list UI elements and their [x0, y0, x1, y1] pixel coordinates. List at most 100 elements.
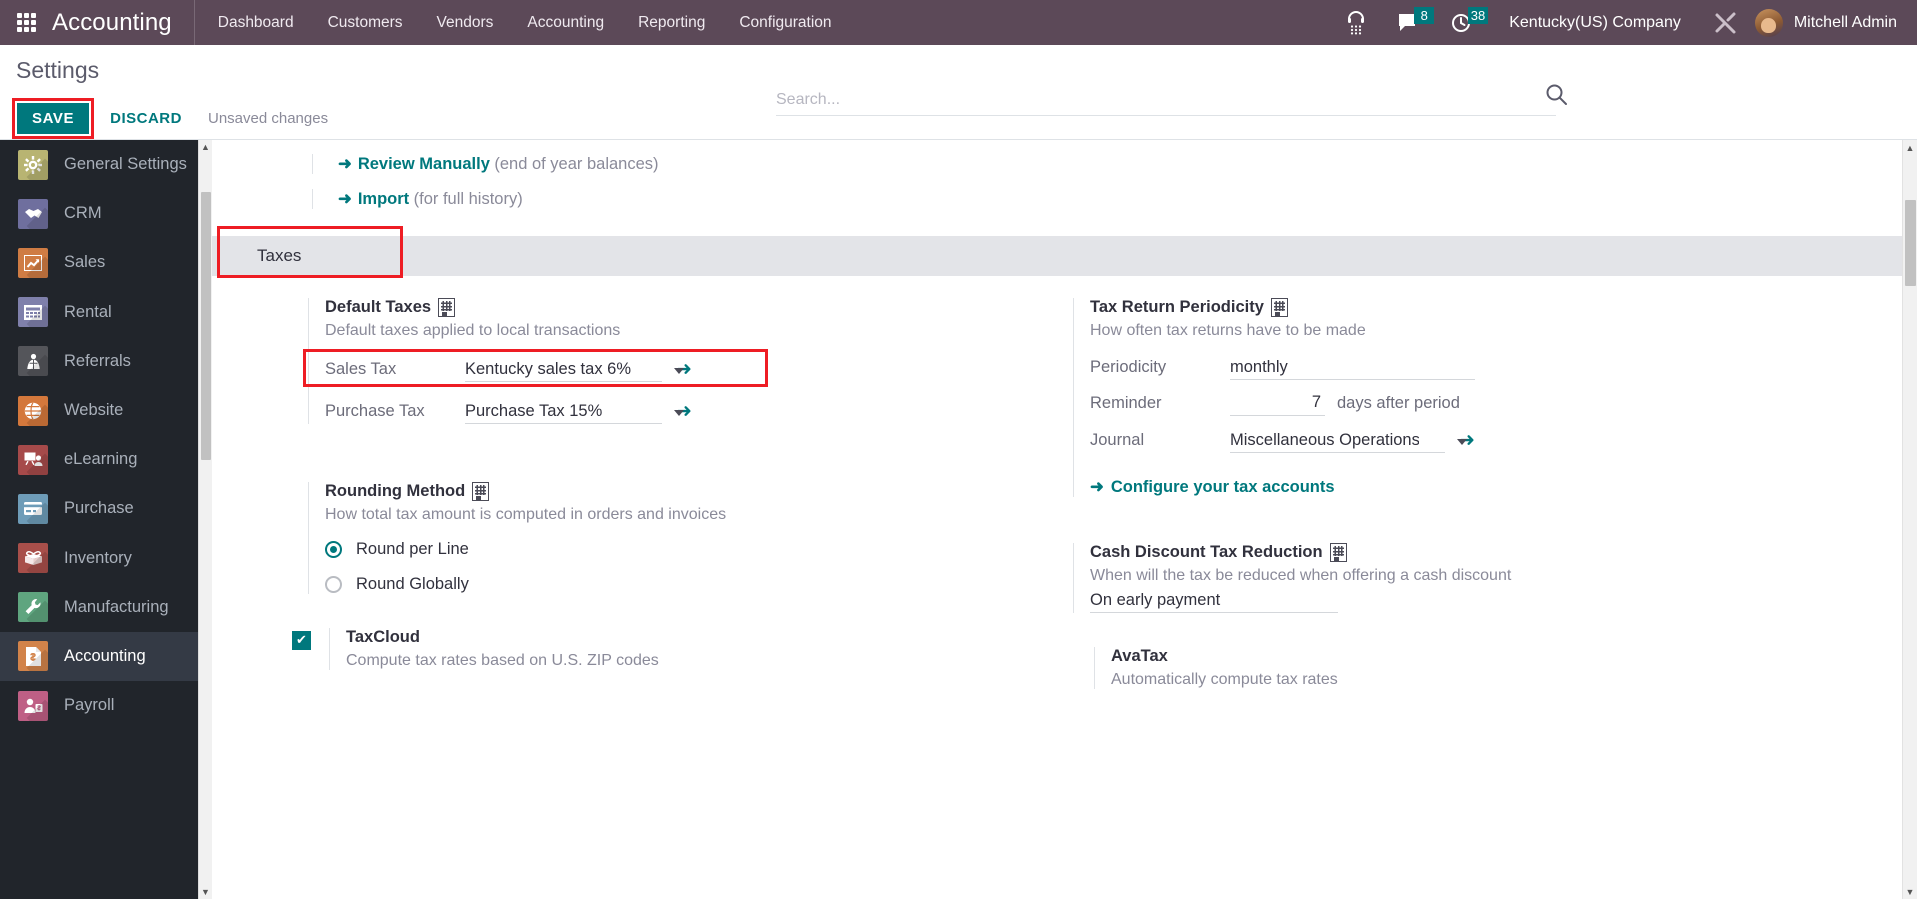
page-title: Settings [16, 57, 100, 83]
purchase-tax-select[interactable]: Purchase Tax 15% [465, 402, 662, 424]
menu-vendors[interactable]: Vendors [420, 0, 511, 45]
radio-round-globally[interactable]: Round Globally [325, 575, 1057, 594]
purchase-tax-row: Purchase Tax Purchase Tax 15% ➜ [325, 400, 1057, 424]
sales-tax-control: Kentucky sales tax 6% ➜ [465, 358, 692, 382]
arrow-right-icon: ➜ [338, 155, 352, 173]
review-manually-note: (end of year balances) [494, 155, 659, 173]
sidebar-scroll-thumb[interactable] [201, 192, 211, 460]
body-area: General Settings CRM Sales Rental Referrals W… [0, 140, 1917, 899]
taxcloud-title: TaxCloud [346, 628, 420, 646]
journal-select[interactable]: Miscellaneous Operations [1230, 431, 1445, 453]
reminder-label: Reminder [1090, 394, 1162, 412]
voip-phone-icon[interactable] [1331, 0, 1381, 45]
sidebar-scrollbar[interactable]: ▲ ▼ [198, 140, 212, 899]
rounding-method-title: Rounding Method [325, 482, 1057, 501]
search-bar [776, 84, 1567, 116]
company-building-icon [1329, 543, 1347, 562]
menu-configuration[interactable]: Configuration [722, 0, 848, 45]
taxcloud-checkbox[interactable] [292, 630, 311, 650]
sales-tax-label: Sales Tax [325, 360, 397, 378]
unsaved-changes-status: Unsaved changes [207, 110, 329, 128]
avatax-row: AvaTax Automatically compute tax rates [1094, 647, 1902, 689]
sidebar-item-label: Website [64, 401, 124, 420]
sidebar-item-payroll[interactable]: Payroll [0, 681, 212, 730]
tax-return-periodicity-title: Tax Return Periodicity [1090, 298, 1902, 317]
cash-discount-value-wrap: On early payment [1090, 591, 1902, 613]
user-avatar[interactable] [1754, 8, 1783, 37]
configure-tax-accounts-link[interactable]: ➜ Configure your tax accounts [1090, 477, 1335, 497]
periodicity-select[interactable]: monthly [1230, 358, 1475, 380]
taxcloud-desc: Compute tax rates based on U.S. ZIP code… [346, 652, 659, 669]
menu-dashboard[interactable]: Dashboard [201, 0, 311, 45]
sidebar-item-manufacturing[interactable]: Manufacturing [0, 583, 212, 632]
pane-scroll-thumb[interactable] [1905, 200, 1916, 286]
sidebar-item-crm[interactable]: CRM [0, 189, 212, 238]
journal-internal-link[interactable]: ➜ [1459, 429, 1475, 453]
company-building-icon [1270, 298, 1288, 317]
sales-tax-internal-link[interactable]: ➜ [676, 358, 692, 382]
company-building-icon [438, 298, 456, 317]
sidebar-item-accounting[interactable]: Accounting [0, 631, 212, 682]
purchase-tax-internal-link[interactable]: ➜ [676, 400, 692, 424]
taxcloud-row: TaxCloud Compute tax rates based on U.S.… [292, 628, 1057, 670]
search-icon[interactable] [1545, 83, 1568, 111]
purchase-tax-label: Purchase Tax [325, 402, 425, 420]
menu-reporting[interactable]: Reporting [621, 0, 722, 45]
user-menu[interactable]: Mitchell Admin [1794, 14, 1903, 32]
search-input[interactable] [776, 91, 1556, 109]
cash-discount-select[interactable]: On early payment [1090, 591, 1338, 613]
tax-return-periodicity-block: Tax Return Periodicity How often tax ret… [1073, 298, 1902, 497]
menu-accounting[interactable]: Accounting [510, 0, 621, 45]
default-taxes-desc: Default taxes applied to local transacti… [325, 322, 621, 339]
messages-icon[interactable]: 8 [1383, 0, 1435, 45]
sidebar-item-label: Manufacturing [64, 597, 169, 616]
scroll-down-arrow[interactable]: ▼ [199, 885, 212, 899]
debug-tools-icon[interactable] [1699, 0, 1753, 45]
sidebar-item-sales[interactable]: Sales [0, 238, 212, 287]
discard-button[interactable]: DISCARD [100, 103, 192, 134]
purchase-tax-control: Purchase Tax 15% ➜ [465, 400, 692, 424]
presentation-icon [18, 444, 48, 475]
sidebar-item-website[interactable]: Website [0, 386, 212, 435]
reminder-row: Reminder days after period [1090, 393, 1902, 416]
scroll-up-arrow[interactable]: ▲ [199, 140, 212, 154]
odoo-settings-screen: Accounting Dashboard Customers Vendors A… [0, 0, 1917, 899]
sidebar-item-elearning[interactable]: eLearning [0, 435, 212, 484]
radio-round-per-line[interactable]: Round per Line [325, 540, 1057, 559]
review-manually-link[interactable]: ➜ Review Manually [338, 155, 490, 173]
taxcloud-body: TaxCloud Compute tax rates based on U.S.… [329, 628, 659, 670]
sidebar-item-inventory[interactable]: Inventory [0, 534, 212, 583]
sidebar-item-rental[interactable]: Rental [0, 288, 212, 337]
sidebar-item-label: Rental [64, 302, 112, 321]
sales-tax-select[interactable]: Kentucky sales tax 6% [465, 360, 662, 382]
scroll-up-arrow[interactable]: ▲ [1903, 140, 1917, 155]
save-button[interactable]: SAVE [17, 103, 90, 135]
import-row: ➜ Import (for full history) [312, 189, 1902, 209]
cash-discount-desc: When will the tax be reduced when offeri… [1090, 567, 1512, 584]
radio-round-per-line-label: Round per Line [356, 540, 469, 558]
sidebar-item-general-settings[interactable]: General Settings [0, 140, 212, 189]
company-switcher[interactable]: Kentucky(US) Company [1491, 14, 1697, 32]
sidebar-item-label: Payroll [64, 696, 115, 715]
avatax-title: AvaTax [1111, 647, 1168, 665]
sidebar-item-purchase[interactable]: Purchase [0, 484, 212, 533]
journal-label: Journal [1090, 431, 1145, 449]
sidebar-item-label: Inventory [64, 548, 132, 567]
default-taxes-block: Default Taxes Default taxes applied to l… [303, 298, 1057, 424]
wrench-icon [18, 592, 48, 623]
company-building-icon [472, 482, 490, 501]
import-link[interactable]: ➜ Import [338, 190, 409, 208]
apps-grid-icon[interactable] [0, 0, 52, 45]
top-navbar: Accounting Dashboard Customers Vendors A… [0, 0, 1917, 45]
app-brand-accounting[interactable]: Accounting [52, 0, 195, 45]
scroll-down-arrow[interactable]: ▼ [1903, 884, 1917, 899]
sidebar-item-label: General Settings [64, 155, 187, 174]
reminder-days-input[interactable] [1230, 393, 1325, 416]
record-action-buttons: SAVE DISCARD Unsaved changes [12, 98, 329, 140]
sidebar-item-label: CRM [64, 204, 102, 223]
pane-scrollbar[interactable]: ▲ ▼ [1902, 140, 1917, 899]
sidebar-item-referrals[interactable]: Referrals [0, 337, 212, 386]
activities-clock-icon[interactable]: 38 [1437, 0, 1489, 45]
menu-customers[interactable]: Customers [311, 0, 420, 45]
avatax-body: AvaTax Automatically compute tax rates [1094, 647, 1338, 689]
